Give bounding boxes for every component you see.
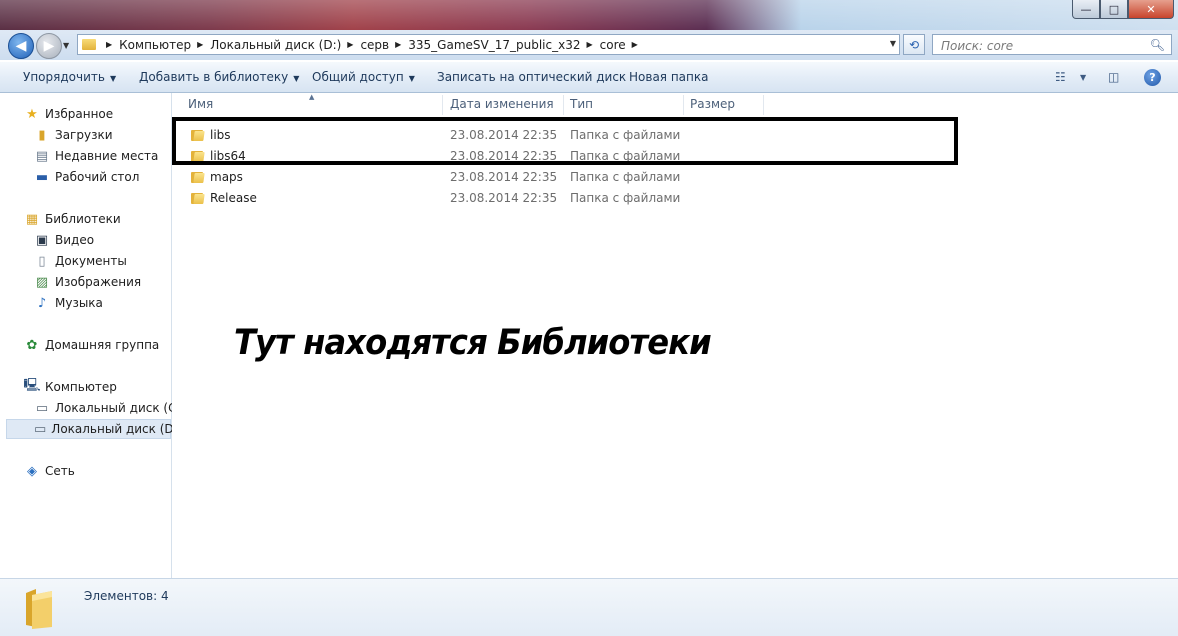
nav-drive-d[interactable]: ▭ Локальный диск (D:) bbox=[6, 419, 182, 439]
search-box[interactable]: 🔍︎ bbox=[932, 34, 1172, 55]
file-row-release[interactable]: Release 23.08.2014 22:35 Папка с файлами bbox=[190, 188, 730, 208]
file-row-maps[interactable]: maps 23.08.2014 22:35 Папка с файлами bbox=[190, 167, 730, 187]
nav-pictures[interactable]: ▨ Изображения bbox=[34, 274, 141, 290]
burn-button[interactable]: Записать на оптический диск bbox=[437, 70, 626, 84]
sort-ascending-icon: ▲ bbox=[309, 93, 315, 101]
search-input[interactable] bbox=[939, 36, 1143, 55]
libraries-icon: ▦ bbox=[25, 211, 39, 227]
network-icon: ◈ bbox=[27, 463, 37, 479]
column-name[interactable]: Имя bbox=[188, 97, 213, 111]
breadcrumb-gamesv[interactable]: 335_GameSV_17_public_x32 bbox=[408, 38, 580, 52]
preview-pane-icon[interactable]: ◫ bbox=[1108, 70, 1119, 84]
close-button[interactable]: ✕ bbox=[1128, 0, 1174, 19]
downloads-folder-icon: ▮ bbox=[38, 127, 46, 143]
nav-documents[interactable]: ▯ Документы bbox=[34, 253, 126, 269]
recent-places-icon: ▤ bbox=[35, 148, 49, 164]
chevron-down-icon: ▼ bbox=[293, 74, 300, 83]
share-button[interactable]: Общий доступ ▼ bbox=[312, 70, 415, 84]
address-history-dropdown[interactable]: ▼ bbox=[890, 39, 896, 48]
column-divider[interactable] bbox=[442, 95, 443, 115]
file-type: Папка с файлами bbox=[570, 191, 681, 205]
breadcrumb-serv[interactable]: серв bbox=[360, 38, 389, 52]
breadcrumb-drive-d[interactable]: Локальный диск (D:) bbox=[210, 38, 341, 52]
nav-desktop[interactable]: ▬ Рабочий стол bbox=[34, 169, 140, 185]
chevron-right-icon[interactable]: ▶ bbox=[586, 40, 592, 49]
nav-network[interactable]: ◈ Сеть bbox=[24, 463, 75, 479]
search-icon[interactable]: 🔍︎ bbox=[1150, 38, 1165, 52]
nav-homegroup[interactable]: ✿ Домашняя группа bbox=[24, 337, 160, 353]
add-to-library-button[interactable]: Добавить в библиотеку ▼ bbox=[139, 70, 299, 84]
star-icon: ★ bbox=[26, 106, 38, 122]
nav-drive-c[interactable]: ▭ Локальный диск (C:) bbox=[34, 400, 185, 416]
documents-icon: ▯ bbox=[38, 253, 46, 269]
chevron-down-icon: ▼ bbox=[408, 74, 415, 83]
drive-icon: ▭ bbox=[34, 421, 47, 437]
status-bar: Элементов: 4 bbox=[0, 578, 1178, 636]
address-bar[interactable]: ▶ Компьютер ▶ Локальный диск (D:) ▶ серв ▶ 3… bbox=[77, 34, 900, 55]
maximize-button[interactable]: □ bbox=[1100, 0, 1128, 19]
system-drive-icon: ▭ bbox=[35, 400, 49, 416]
chevron-right-icon[interactable]: ▶ bbox=[106, 40, 112, 49]
homegroup-icon: ✿ bbox=[26, 337, 38, 353]
back-button[interactable]: ◀ bbox=[8, 33, 34, 59]
arrow-left-icon: ◀ bbox=[15, 38, 27, 54]
breadcrumb-computer[interactable]: Компьютер bbox=[119, 38, 191, 52]
desktop-icon: ▬ bbox=[35, 169, 49, 185]
nav-downloads[interactable]: ▮ Загрузки bbox=[34, 127, 112, 143]
nav-libraries[interactable]: ▦ Библиотеки bbox=[24, 211, 121, 227]
column-divider[interactable] bbox=[763, 95, 764, 115]
help-button[interactable]: ? bbox=[1144, 69, 1161, 86]
file-name: Release bbox=[210, 191, 257, 205]
view-dropdown-icon[interactable]: ▼ bbox=[1080, 73, 1086, 82]
file-date: 23.08.2014 22:35 bbox=[450, 170, 558, 184]
chevron-right-icon[interactable]: ▶ bbox=[347, 40, 353, 49]
nav-favorites[interactable]: ★ Избранное bbox=[24, 106, 113, 122]
nav-music[interactable]: ♪ Музыка bbox=[34, 295, 103, 311]
file-date: 23.08.2014 22:35 bbox=[450, 191, 558, 205]
file-list: ▲ Имя Дата изменения Тип Размер libs 23.… bbox=[172, 93, 1178, 578]
column-date[interactable]: Дата изменения bbox=[450, 97, 554, 111]
window-controls: — □ ✕ bbox=[1072, 0, 1174, 19]
video-icon: ▣ bbox=[35, 232, 49, 248]
annotation-text: Тут находятся Библиотеки bbox=[234, 323, 712, 363]
file-name: maps bbox=[210, 170, 243, 184]
nav-computer[interactable]: 🖳︎ Компьютер bbox=[23, 378, 117, 395]
nav-video[interactable]: ▣ Видео bbox=[34, 232, 94, 248]
refresh-button[interactable]: ⟲ bbox=[903, 34, 925, 55]
computer-icon: 🖳︎ bbox=[23, 378, 41, 393]
navigation-pane: ★ Избранное ▮ Загрузки ▤ Недавние места ▬ Ра… bbox=[0, 93, 185, 578]
refresh-icon: ⟲ bbox=[908, 37, 920, 52]
chevron-down-icon: ▼ bbox=[109, 74, 117, 83]
view-options-icon[interactable]: ☷ bbox=[1055, 70, 1066, 84]
music-icon: ♪ bbox=[37, 295, 47, 311]
folder-icon bbox=[82, 39, 96, 50]
new-folder-button[interactable]: Новая папка bbox=[629, 70, 708, 84]
breadcrumb-core[interactable]: core bbox=[600, 38, 626, 52]
chevron-right-icon[interactable]: ▶ bbox=[395, 40, 401, 49]
minimize-button[interactable]: — bbox=[1072, 0, 1100, 19]
pictures-icon: ▨ bbox=[35, 274, 49, 290]
arrow-right-icon: ▶ bbox=[43, 38, 55, 54]
column-type[interactable]: Тип bbox=[570, 97, 593, 111]
chevron-right-icon[interactable]: ▶ bbox=[197, 40, 203, 49]
organize-button[interactable]: Упорядочить ▼ bbox=[23, 70, 116, 84]
nav-recent-places[interactable]: ▤ Недавние места bbox=[34, 148, 159, 164]
chevron-right-icon[interactable]: ▶ bbox=[632, 40, 638, 49]
folder-icon bbox=[26, 589, 52, 629]
recent-pages-dropdown[interactable]: ▼ bbox=[63, 41, 69, 50]
item-count: Элементов: 4 bbox=[84, 589, 169, 603]
command-bar: Упорядочить ▼ Добавить в библиотеку ▼ Общи… bbox=[0, 62, 1178, 93]
column-divider[interactable] bbox=[683, 95, 684, 115]
highlight-box bbox=[172, 117, 958, 165]
title-bar bbox=[0, 0, 1178, 30]
column-divider[interactable] bbox=[563, 95, 564, 115]
file-type: Папка с файлами bbox=[570, 170, 681, 184]
folder-icon bbox=[190, 170, 205, 184]
folder-icon bbox=[190, 191, 205, 205]
column-size[interactable]: Размер bbox=[690, 97, 735, 111]
address-row: ◀ ▶ ▼ ▶ Компьютер ▶ Локальный диск (D:) ▶ с… bbox=[0, 30, 1178, 60]
forward-button[interactable]: ▶ bbox=[36, 33, 62, 59]
